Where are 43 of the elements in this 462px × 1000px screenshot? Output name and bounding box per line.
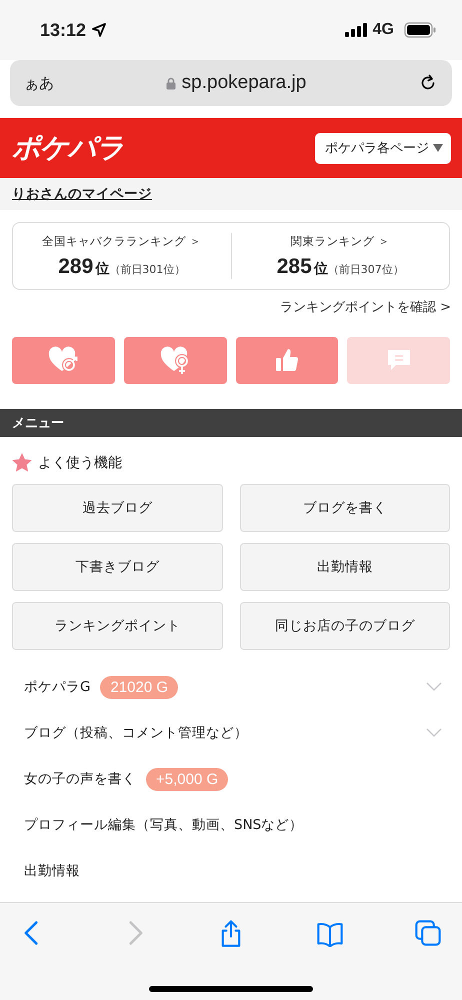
menu-item[interactable]: プロフィール編集（写真、動画、SNSなど） xyxy=(0,802,462,848)
signal-icon xyxy=(344,23,367,37)
pages-dropdown[interactable]: ポケパラ各ページ xyxy=(315,132,451,164)
shortcut-button[interactable]: 出勤情報 xyxy=(240,543,450,591)
mypage-link[interactable]: りおさんのマイページ xyxy=(12,185,152,203)
menu-item[interactable]: ブログ（投稿、コメント管理など） xyxy=(0,710,462,756)
url-text: sp.pokepara.jp xyxy=(182,72,306,94)
shortcut-button[interactable]: ランキングポイント xyxy=(12,602,222,650)
previous-rank: （前日307位） xyxy=(328,262,404,276)
points-badge: 21020 G xyxy=(100,676,178,698)
rank-number: 289 xyxy=(58,254,94,278)
lock-icon xyxy=(166,76,176,90)
points-badge: +5,000 G xyxy=(146,768,228,790)
location-arrow-icon xyxy=(92,23,106,37)
tabs-icon[interactable] xyxy=(414,919,442,947)
menu-item[interactable]: 女の子の声を書く +5,000 G xyxy=(0,756,462,802)
site-logo[interactable]: ポケパラ xyxy=(12,129,124,167)
battery-icon xyxy=(404,22,436,38)
status-time: 13:12 xyxy=(40,20,86,40)
shortcut-button[interactable]: 下書きブログ xyxy=(12,543,222,591)
network-label: 4G xyxy=(372,21,394,39)
caret-icon xyxy=(433,144,443,152)
action-button[interactable] xyxy=(124,337,226,384)
rank-number: 285 xyxy=(276,254,312,278)
address-bar[interactable]: ぁあ sp.pokepara.jp xyxy=(10,60,452,106)
star-icon xyxy=(12,453,32,472)
text-size-button[interactable]: ぁあ xyxy=(24,74,54,92)
menu-item[interactable]: ポケパラG 21020 G xyxy=(0,664,462,710)
ranking-link[interactable]: 関東ランキング ＞ xyxy=(290,234,390,248)
action-button[interactable] xyxy=(236,337,338,384)
action-button[interactable] xyxy=(12,337,115,384)
section-title: よく使う機能 xyxy=(38,454,122,472)
ranking-points-link[interactable]: ランキングポイントを確認 > xyxy=(280,298,451,316)
shortcut-button[interactable]: 過去ブログ xyxy=(12,484,222,532)
heart-female-icon xyxy=(160,346,190,376)
menu-item[interactable]: 出勤情報 xyxy=(0,848,462,894)
rank-unit: 位 xyxy=(314,260,328,278)
previous-rank: （前日301位） xyxy=(109,262,186,276)
rank-unit: 位 xyxy=(95,260,110,278)
ranking-link[interactable]: 全国キャバクラランキング ＞ xyxy=(42,234,202,248)
shortcut-button[interactable]: ブログを書く xyxy=(240,484,450,532)
shortcut-button[interactable]: 同じお店の子のブログ xyxy=(240,602,450,650)
menu-heading: メニュー xyxy=(0,409,462,437)
